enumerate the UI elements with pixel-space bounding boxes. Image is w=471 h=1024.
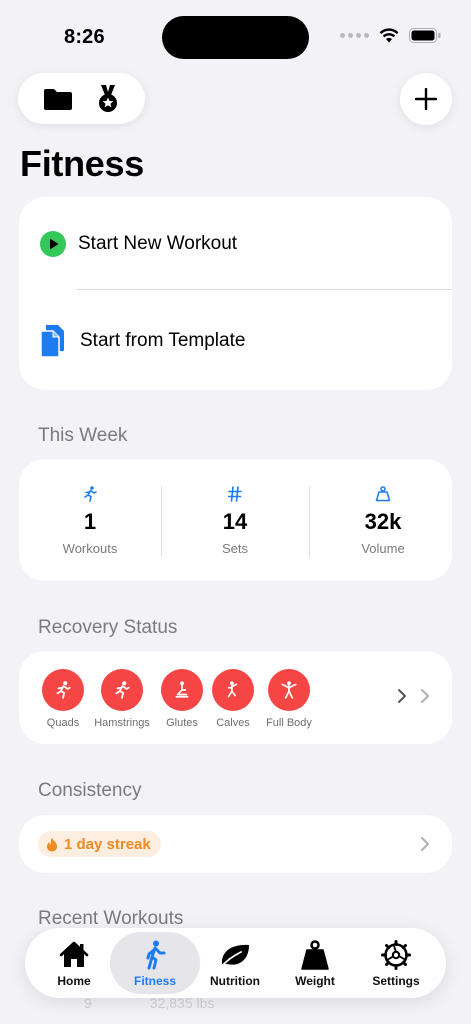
muscle-quads: Quads xyxy=(31,669,95,729)
tab-home[interactable]: Home xyxy=(33,932,115,994)
this-week-label: This Week xyxy=(38,425,128,446)
sets-stat: 14 Sets xyxy=(164,459,306,581)
play-icon xyxy=(39,228,67,260)
start-new-workout-label: Start New Workout xyxy=(78,233,238,254)
muscle-label: Hamstrings xyxy=(94,717,150,729)
muscle-label: Calves xyxy=(216,717,250,729)
dynamic-island xyxy=(162,16,309,59)
recovery-status-label: Recovery Status xyxy=(38,617,178,638)
flame-icon xyxy=(47,837,57,851)
start-from-template-button[interactable]: Start from Template xyxy=(19,311,452,371)
tab-label: Fitness xyxy=(133,974,176,988)
wifi-icon xyxy=(379,28,399,43)
medal-icon[interactable] xyxy=(96,84,120,114)
start-from-template-label: Start from Template xyxy=(80,330,246,351)
workouts-stat: 1 Workouts xyxy=(19,459,161,581)
divider xyxy=(77,289,452,290)
tab-nutrition[interactable]: Nutrition xyxy=(194,932,276,994)
consistency-card[interactable]: 1 day streak xyxy=(19,815,452,873)
tab-label: Nutrition xyxy=(210,974,260,988)
status-bar: 8:26 xyxy=(0,0,471,76)
recovery-status-card[interactable]: Quads Hamstrings Glutes Calves Full Body xyxy=(19,651,452,744)
tab-bar: Home Fitness Nutrition Weight Settings xyxy=(25,928,446,998)
walking-figure-icon xyxy=(144,940,166,970)
consistency-label: Consistency xyxy=(38,780,142,801)
workouts-label: Workouts xyxy=(62,541,118,556)
streak-text: 1 day streak xyxy=(64,835,151,853)
streak-badge: 1 day streak xyxy=(38,831,161,857)
leaf-icon xyxy=(219,940,251,970)
weight-icon xyxy=(375,485,391,503)
elliptical-figure-icon xyxy=(212,669,254,711)
page-title: Fitness xyxy=(20,143,144,184)
muscle-label: Full Body xyxy=(266,717,312,729)
status-icons xyxy=(340,28,441,43)
full-body-figure-icon xyxy=(268,669,310,711)
top-toolbar-pill xyxy=(18,73,145,124)
documents-icon xyxy=(39,325,67,358)
recent-workouts-label: Recent Workouts xyxy=(38,908,184,929)
workout-actions-card: Start New Workout Start from Template xyxy=(19,197,452,390)
battery-icon xyxy=(409,28,441,43)
scale-weight-icon xyxy=(301,940,329,970)
tab-label: Weight xyxy=(295,974,335,988)
volume-stat: 32k Volume xyxy=(312,459,454,581)
folder-icon[interactable] xyxy=(43,87,73,111)
muscle-label: Glutes xyxy=(166,717,198,729)
muscle-full-body: Full Body xyxy=(257,669,321,729)
muscle-hamstrings: Hamstrings xyxy=(90,669,154,729)
running-figure-icon xyxy=(101,669,143,711)
number-sign-icon xyxy=(228,485,242,503)
tab-weight[interactable]: Weight xyxy=(274,932,356,994)
running-figure-icon xyxy=(42,669,84,711)
tab-settings[interactable]: Settings xyxy=(355,932,437,994)
workouts-value: 1 xyxy=(83,509,97,534)
gear-icon xyxy=(381,940,411,970)
divider xyxy=(161,486,162,556)
tab-fitness[interactable]: Fitness xyxy=(110,932,200,994)
plus-icon xyxy=(415,88,437,110)
this-week-card[interactable]: 1 Workouts 14 Sets 32k Volume xyxy=(19,459,452,581)
tab-label: Home xyxy=(57,974,91,988)
muscle-label: Quads xyxy=(46,717,80,729)
status-time: 8:26 xyxy=(64,26,105,48)
start-new-workout-button[interactable]: Start New Workout xyxy=(19,214,452,274)
volume-label: Volume xyxy=(361,541,405,556)
chevron-right-icon xyxy=(398,689,406,703)
volume-value: 32k xyxy=(364,509,402,534)
cellular-signal-icon xyxy=(340,33,369,38)
house-icon xyxy=(59,940,89,970)
tab-label: Settings xyxy=(372,974,420,988)
sets-label: Sets xyxy=(221,541,248,556)
chevron-right-icon[interactable] xyxy=(420,836,430,852)
add-button[interactable] xyxy=(400,73,452,125)
sets-value: 14 xyxy=(222,509,248,534)
running-figure-icon xyxy=(83,485,97,503)
chevron-right-icon[interactable] xyxy=(420,688,430,704)
divider xyxy=(309,486,310,556)
stair-stepper-icon xyxy=(161,669,203,711)
muscle-calves: Calves xyxy=(201,669,265,729)
